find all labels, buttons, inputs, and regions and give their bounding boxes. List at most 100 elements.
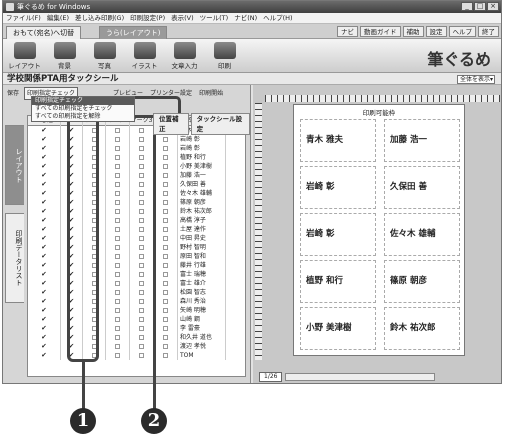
mark-checkbox[interactable] [106, 189, 130, 198]
table-row[interactable]: ✔ ✔ 久保田 善 [28, 180, 245, 189]
help-button[interactable]: ヘルプ [448, 26, 476, 37]
address-label[interactable]: 鈴木 祐次郎 [384, 307, 460, 350]
mark-checkbox[interactable] [130, 324, 154, 333]
tab-layout-side[interactable]: うら(レイアウト) [99, 26, 168, 39]
mark-checkbox[interactable] [154, 135, 178, 144]
navi-button[interactable]: ナビ [337, 26, 358, 37]
merge-checkbox[interactable]: ✔ [28, 162, 61, 171]
mark-checkbox[interactable] [106, 135, 130, 144]
merge-checkbox[interactable]: ✔ [28, 252, 61, 261]
settings-button[interactable]: 設定 [425, 26, 447, 37]
mark-checkbox[interactable] [130, 207, 154, 216]
mark-checkbox[interactable] [130, 297, 154, 306]
mark-checkbox[interactable] [106, 351, 130, 360]
table-row[interactable]: ✔ ✔ TOM [28, 351, 245, 360]
menu-view[interactable]: 表示(V) [171, 13, 194, 23]
merge-checkbox[interactable]: ✔ [28, 144, 61, 153]
mark-checkbox[interactable] [106, 252, 130, 261]
dropdown-item-uncheck-all[interactable]: すべての印刷指定を解除 [32, 113, 134, 121]
address-label[interactable]: 岩崎 彰 [300, 213, 376, 256]
mark-checkbox[interactable] [130, 198, 154, 207]
mark-checkbox[interactable] [154, 225, 178, 234]
address-label[interactable]: 久保田 善 [384, 166, 460, 209]
table-row[interactable]: ✔ ✔ 小野 美津樹 [28, 162, 245, 171]
mark-checkbox[interactable] [154, 252, 178, 261]
mark-checkbox[interactable] [106, 324, 130, 333]
mark-checkbox[interactable] [130, 288, 154, 297]
merge-checkbox[interactable]: ✔ [28, 198, 61, 207]
mark-checkbox[interactable] [130, 162, 154, 171]
merge-checkbox[interactable]: ✔ [28, 207, 61, 216]
mark-checkbox[interactable] [154, 333, 178, 342]
mark-checkbox[interactable] [154, 270, 178, 279]
mark-checkbox[interactable] [130, 135, 154, 144]
mark-checkbox[interactable] [106, 234, 130, 243]
mark-checkbox[interactable] [130, 171, 154, 180]
menu-navi[interactable]: ナビ(N) [234, 13, 257, 23]
mark-checkbox[interactable] [154, 189, 178, 198]
mark-checkbox[interactable] [106, 306, 130, 315]
mark-checkbox[interactable] [154, 288, 178, 297]
mark-checkbox[interactable] [130, 351, 154, 360]
table-row[interactable]: ✔ ✔ 鈴木 祐次郎 [28, 207, 245, 216]
mark-checkbox[interactable] [130, 342, 154, 351]
mark-checkbox[interactable] [154, 153, 178, 162]
close-button[interactable]: × [487, 2, 499, 11]
mark-checkbox[interactable] [154, 315, 178, 324]
table-row[interactable]: ✔ ✔ 篠原 朝彦 [28, 198, 245, 207]
mark-checkbox[interactable] [154, 207, 178, 216]
mark-checkbox[interactable] [106, 297, 130, 306]
address-label[interactable]: 植野 和行 [300, 260, 376, 303]
merge-checkbox[interactable]: ✔ [28, 342, 61, 351]
mark-checkbox[interactable] [130, 126, 154, 135]
table-row[interactable]: ✔ ✔ 李 雷豪 [28, 324, 245, 333]
table-row[interactable]: ✔ ✔ 原田 智和 [28, 252, 245, 261]
table-row[interactable]: ✔ ✔ 加藤 浩一 [28, 171, 245, 180]
print-start-button[interactable]: 印刷開始 [197, 88, 225, 99]
table-row[interactable]: ✔ ✔ 渡辺 孝悦 [28, 342, 245, 351]
dropdown-item-check-all[interactable]: すべての印刷指定をチェック [32, 105, 134, 113]
tool-text-input[interactable]: 文章入力 [167, 42, 202, 71]
menu-print-settings[interactable]: 印刷設定(P) [130, 13, 165, 23]
mark-checkbox[interactable] [106, 153, 130, 162]
menu-tools[interactable]: ツール(T) [200, 13, 229, 23]
table-row[interactable]: ✔ ✔ 富士 雄介 [28, 279, 245, 288]
table-row[interactable]: ✔ ✔ 松園 智志 [28, 288, 245, 297]
video-guide-button[interactable]: 動画ガイド [360, 26, 401, 37]
merge-checkbox[interactable]: ✔ [28, 333, 61, 342]
merge-checkbox[interactable]: ✔ [28, 297, 61, 306]
mark-checkbox[interactable] [106, 270, 130, 279]
mark-checkbox[interactable] [130, 243, 154, 252]
merge-checkbox[interactable]: ✔ [28, 135, 61, 144]
merge-checkbox[interactable]: ✔ [28, 261, 61, 270]
tool-background[interactable]: 背景 [47, 42, 82, 71]
mark-checkbox[interactable] [106, 198, 130, 207]
merge-checkbox[interactable]: ✔ [28, 153, 61, 162]
merge-checkbox[interactable]: ✔ [28, 270, 61, 279]
mark-checkbox[interactable] [106, 225, 130, 234]
merge-checkbox[interactable]: ✔ [28, 351, 61, 360]
tool-layout[interactable]: レイアウト [7, 42, 42, 71]
table-row[interactable]: ✔ ✔ 佐々木 雄輔 [28, 189, 245, 198]
table-row[interactable]: ✔ ✔ 富士 瑞穂 [28, 270, 245, 279]
mark-checkbox[interactable] [154, 324, 178, 333]
table-row[interactable]: ✔ ✔ 岩崎 彰 [28, 135, 245, 144]
merge-checkbox[interactable]: ✔ [28, 180, 61, 189]
table-row[interactable]: ✔ ✔ 岩崎 彰 [28, 144, 245, 153]
table-row[interactable]: ✔ ✔ 中田 昇史 [28, 234, 245, 243]
mark-checkbox[interactable] [106, 288, 130, 297]
mark-checkbox[interactable] [154, 351, 178, 360]
tool-illustration[interactable]: イラスト [127, 42, 162, 71]
merge-checkbox[interactable]: ✔ [28, 189, 61, 198]
table-row[interactable]: ✔ ✔ 野村 智明 [28, 243, 245, 252]
merge-checkbox[interactable]: ✔ [28, 225, 61, 234]
mark-checkbox[interactable] [106, 243, 130, 252]
mark-checkbox[interactable] [106, 144, 130, 153]
tab-tack-seal-settings[interactable]: タックシール設定 [190, 113, 250, 135]
mark-checkbox[interactable] [106, 126, 130, 135]
mark-checkbox[interactable] [130, 315, 154, 324]
mark-checkbox[interactable] [130, 216, 154, 225]
dropdown-item-check[interactable]: 印刷指定チェック [32, 97, 134, 105]
minimize-button[interactable]: _ [461, 2, 473, 11]
tool-print[interactable]: 印刷 [207, 42, 242, 71]
